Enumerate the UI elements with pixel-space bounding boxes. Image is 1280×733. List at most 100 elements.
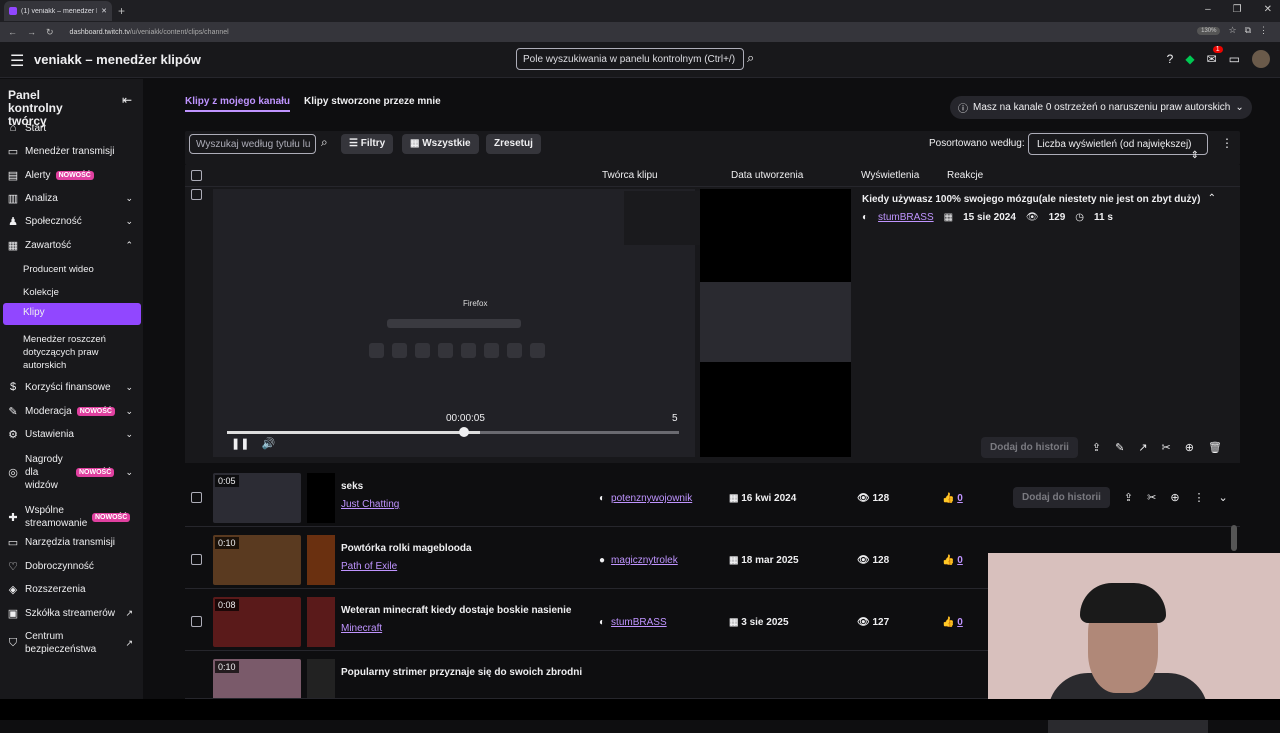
clip-reactions[interactable]: 👍 0 (942, 493, 963, 504)
col-date[interactable]: Data utworzenia (731, 170, 803, 181)
clip-video-player[interactable]: Firefox 00:00:05 5 ❚❚ 🔊 (213, 189, 722, 457)
sidebar-item-monetization[interactable]: $ Korzyści finansowe ⌄ (0, 378, 143, 396)
sidebar-item-start[interactable]: ⌂ Start (0, 119, 143, 137)
clip-title: Powtórka rolki mageblooda (341, 543, 472, 554)
row-checkbox[interactable] (191, 189, 202, 200)
more-options-icon[interactable]: ⋮ (1221, 136, 1233, 150)
search-icon[interactable]: ⌕ (321, 135, 328, 150)
select-all-checkbox[interactable] (191, 170, 202, 181)
sidebar-item-content[interactable]: ▦ Zawartość ⌃ (0, 236, 143, 254)
sidebar-item-alerts[interactable]: ▤ Alerty NOWOŚĆ (0, 166, 143, 184)
copyright-warning-dropdown[interactable]: ⓘ Masz na kanale 0 ostrzeżeń o naruszeniu… (950, 96, 1252, 119)
chevron-down-icon[interactable]: ⌄ (1219, 491, 1228, 504)
url-path: /u/veniakk/content/clips/channel (129, 28, 229, 36)
add-to-history-button[interactable]: Dodaj do historii (981, 437, 1078, 458)
clip-search-input[interactable]: Wyszukaj według tytułu lu (189, 134, 316, 154)
reload-icon[interactable]: ↻ (46, 27, 54, 38)
edit-icon[interactable]: ✎ (1115, 441, 1124, 454)
sidebar-sub-clips[interactable]: Klipy (3, 303, 141, 325)
tab-close-icon[interactable]: ✕ (101, 7, 107, 15)
share-icon[interactable]: ⇪ (1124, 491, 1133, 504)
sidebar-item-collab-stream[interactable]: ✚ Wspólne streamowanie NOWOŚĆ (0, 503, 143, 531)
sidebar-item-charity[interactable]: ♡ Dobroczynność (0, 557, 143, 575)
row-checkbox[interactable] (191, 616, 202, 627)
gem-icon[interactable]: ◆ (1185, 52, 1194, 66)
creator-link[interactable]: magicznytrolek (611, 555, 678, 566)
collapse-sidebar-icon[interactable]: ⇤ (122, 93, 132, 107)
chevron-up-icon[interactable]: ⌃ (1208, 193, 1216, 204)
share-icon[interactable]: ⇪ (1092, 441, 1101, 454)
sidebar-item-analytics[interactable]: ▥ Analiza ⌄ (0, 189, 143, 207)
creator-link[interactable]: stumBRASS (878, 212, 934, 223)
sidebar-sub-video-producer[interactable]: Producent wideo (23, 264, 94, 275)
row-checkbox[interactable] (191, 554, 202, 565)
url-field[interactable]: dashboard.twitch.tv/u/veniakk/content/cl… (70, 29, 229, 36)
new-badge: NOWOŚĆ (76, 406, 115, 416)
sidebar-sub-copyright-claims[interactable]: Menedżer roszczeń dotyczących praw autor… (23, 333, 123, 372)
sidebar-item-extensions[interactable]: ◈ Rozszerzenia (0, 580, 143, 598)
seek-handle[interactable] (459, 427, 469, 437)
clip-reactions[interactable]: 👍 0 (942, 617, 963, 628)
video-shortcut-tiles (369, 343, 545, 358)
add-icon[interactable]: ⊕ (1185, 441, 1194, 454)
category-link[interactable]: Path of Exile (341, 561, 397, 572)
browser-tab[interactable]: (1) veniakk – menedżer klip ✕ (4, 1, 112, 21)
star-icon[interactable]: ☆ (1228, 25, 1236, 36)
col-reactions[interactable]: Reakcje (947, 170, 983, 181)
clip-reactions[interactable]: 👍 0 (942, 555, 963, 566)
more-options-icon[interactable]: ⋮ (1194, 491, 1205, 504)
reset-button[interactable]: Zresetuj (486, 134, 541, 154)
filters-button[interactable]: ☰ Filtry (341, 134, 394, 154)
open-external-icon[interactable]: ↗ (1138, 441, 1147, 454)
volume-icon[interactable]: 🔊 (261, 437, 275, 450)
trash-icon[interactable]: 🗑 (1208, 441, 1222, 454)
sidebar-item-creator-camp[interactable]: ▣ Szkółka streamerów ↗ (0, 604, 143, 622)
avatar[interactable] (1252, 50, 1270, 68)
zoom-badge[interactable]: 130% (1197, 26, 1221, 35)
close-window-icon[interactable]: ✕ (1264, 4, 1272, 15)
all-dates-button[interactable]: ▦ Wszystkie (402, 134, 479, 154)
maximize-icon[interactable]: ❐ (1233, 4, 1242, 15)
sidebar-item-viewer-rewards[interactable]: ◎ Nagrody dla widzów NOWOŚĆ ⌄ (0, 454, 143, 491)
menu-icon[interactable]: ⋮ (1259, 25, 1268, 36)
seek-bar[interactable] (227, 431, 679, 434)
sidebar-item-label: Dobroczynność (25, 560, 94, 572)
creator-link[interactable]: potenznywojownik (611, 493, 692, 504)
back-icon[interactable]: ← (8, 27, 17, 37)
sidebar-item-stream-manager[interactable]: ▭ Menedżer transmisji (0, 142, 143, 160)
col-creator[interactable]: Twórca klipu (602, 170, 658, 181)
extensions-icon[interactable]: ⧉ (1245, 25, 1251, 36)
add-to-history-button[interactable]: Dodaj do historii (1013, 487, 1110, 508)
scissors-icon[interactable]: ✂ (1147, 491, 1156, 504)
creator-link[interactable]: stumBRASS (611, 617, 667, 628)
help-icon[interactable]: ? (1167, 52, 1174, 66)
minimize-icon[interactable]: – (1205, 4, 1211, 15)
table-row[interactable]: 0:05 seks Just Chatting ◐ potenznywojowni… (185, 469, 1240, 527)
sort-select[interactable]: Liczba wyświetleń (od największej) ⇕ (1028, 133, 1208, 161)
dashboard-search-input[interactable]: Pole wyszukiwania w panelu kontrolnym (C… (516, 48, 744, 70)
scrollbar[interactable] (1231, 525, 1237, 551)
scissors-icon[interactable]: ✂ (1162, 441, 1171, 454)
pause-icon[interactable]: ❚❚ (231, 437, 249, 450)
category-link[interactable]: Just Chatting (341, 499, 399, 510)
tab-my-clips[interactable]: Klipy stworzone przeze mnie (304, 96, 441, 112)
row-checkbox[interactable] (191, 492, 202, 503)
tab-channel-clips[interactable]: Klipy z mojego kanału (185, 96, 291, 112)
dashboard-topbar: ☰ veniakk – menedżer klipów Pole wyszuki… (0, 42, 1280, 78)
sidebar-item-stream-tools[interactable]: ▭ Narzędzia transmisji (0, 533, 143, 551)
sidebar-item-moderation[interactable]: ✎ Moderacja NOWOŚĆ ⌄ (0, 402, 143, 420)
sidebar-item-community[interactable]: ♟ Społeczność ⌄ (0, 212, 143, 230)
new-tab-icon[interactable]: + (118, 4, 125, 18)
inbox-icon[interactable]: ✉ 1 (1207, 46, 1223, 66)
sidebar-sub-collections[interactable]: Kolekcje (23, 287, 59, 298)
category-link[interactable]: Minecraft (341, 623, 382, 634)
sidebar-item-safety-center[interactable]: ⛉ Centrum bezpieczeństwa ↗ (0, 629, 143, 657)
add-icon[interactable]: ⊕ (1170, 491, 1179, 504)
col-views[interactable]: Wyświetlenia (861, 170, 919, 181)
whispers-icon[interactable]: ▭ (1229, 52, 1240, 66)
calendar-icon: ▦ (729, 493, 742, 504)
sidebar-item-settings[interactable]: ⚙ Ustawienia ⌄ (0, 425, 143, 443)
hamburger-icon[interactable]: ☰ (10, 51, 24, 71)
forward-icon[interactable]: → (27, 27, 36, 37)
search-icon[interactable]: ⌕ (747, 50, 754, 66)
